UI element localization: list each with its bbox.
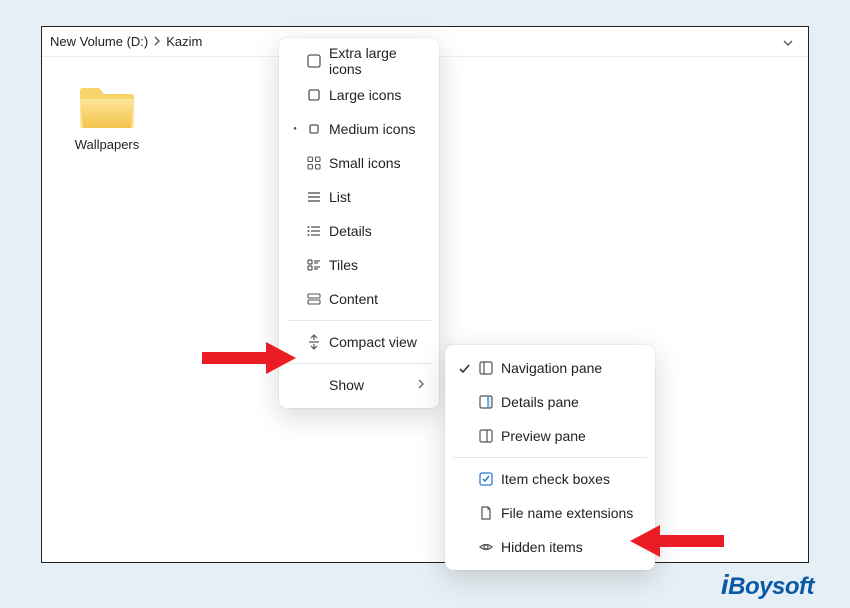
menu-label: Large icons [325,87,431,103]
folder-item[interactable]: Wallpapers [62,83,152,152]
show-submenu: Navigation pane Details pane Preview pan… [445,345,655,570]
eye-icon [475,539,497,555]
medium-icons-icon [303,121,325,137]
menu-item-list[interactable]: List [279,180,439,214]
menu-item-preview-pane[interactable]: Preview pane [445,419,655,453]
menu-separator [287,320,431,321]
menu-item-navigation-pane[interactable]: Navigation pane [445,351,655,385]
menu-item-compact-view[interactable]: Compact view [279,325,439,359]
brand-logo: iBoysoft [721,569,814,601]
chevron-down-icon[interactable] [782,36,794,48]
menu-label: Show [325,377,417,393]
large-icons-icon [303,87,325,103]
details-pane-icon [475,394,497,410]
menu-item-content[interactable]: Content [279,282,439,316]
check-icon [453,362,475,375]
folder-icon [77,83,137,131]
compact-view-icon [303,334,325,350]
menu-label: Details [325,223,431,239]
menu-item-small-icons[interactable]: Small icons [279,146,439,180]
menu-item-details[interactable]: Details [279,214,439,248]
preview-pane-icon [475,428,497,444]
menu-label: Content [325,291,431,307]
folder-label: Wallpapers [62,137,152,152]
content-icon [303,291,325,307]
menu-label: Preview pane [497,428,647,444]
checkbox-icon [475,471,497,487]
tiles-icon [303,257,325,273]
menu-label: Tiles [325,257,431,273]
bullet-icon: ● [287,126,303,132]
menu-label: Hidden items [497,539,647,555]
menu-label: Medium icons [325,121,431,137]
chevron-right-icon [417,379,431,392]
menu-label: File name extensions [497,505,647,521]
menu-label: List [325,189,431,205]
menu-item-show[interactable]: Show [279,368,439,402]
details-icon [303,223,325,239]
menu-item-extra-large-icons[interactable]: Extra large icons [279,44,439,78]
extra-large-icons-icon [303,53,325,69]
navigation-pane-icon [475,360,497,376]
menu-label: Extra large icons [325,45,431,77]
chevron-right-icon [148,35,166,49]
menu-item-hidden-items[interactable]: Hidden items [445,530,655,564]
crumb-folder[interactable]: Kazim [166,34,202,49]
menu-label: Navigation pane [497,360,647,376]
menu-label: Details pane [497,394,647,410]
menu-separator [287,363,431,364]
menu-item-medium-icons[interactable]: ● Medium icons [279,112,439,146]
list-icon [303,189,325,205]
small-icons-icon [303,155,325,171]
menu-separator [453,457,647,458]
menu-item-details-pane[interactable]: Details pane [445,385,655,419]
menu-item-tiles[interactable]: Tiles [279,248,439,282]
menu-label: Small icons [325,155,431,171]
file-extension-icon [475,505,497,521]
menu-label: Compact view [325,334,431,350]
menu-item-file-name-extensions[interactable]: File name extensions [445,496,655,530]
view-menu: Extra large icons Large icons ● Medium i… [279,38,439,408]
menu-label: Item check boxes [497,471,647,487]
crumb-volume[interactable]: New Volume (D:) [50,34,148,49]
menu-item-item-check-boxes[interactable]: Item check boxes [445,462,655,496]
menu-item-large-icons[interactable]: Large icons [279,78,439,112]
